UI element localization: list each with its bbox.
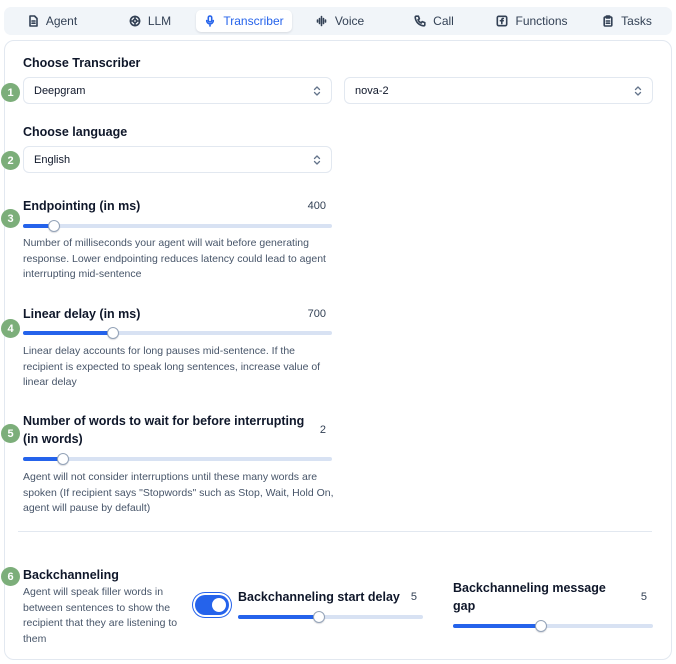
section-divider — [18, 531, 652, 532]
function-icon — [496, 15, 508, 27]
tab-agent[interactable]: Agent — [15, 10, 89, 32]
step-badge-6: 6 — [1, 567, 20, 586]
interrupt-words-label-line2: (in words) — [23, 432, 83, 446]
slider-thumb[interactable] — [535, 620, 547, 632]
step-badge-5: 5 — [1, 424, 20, 443]
step-badge-2: 2 — [1, 151, 20, 170]
transcriber-heading: Choose Transcriber — [23, 56, 141, 70]
document-icon — [29, 15, 38, 27]
tab-llm[interactable]: LLM — [115, 10, 185, 32]
chevron-up-down-icon — [634, 85, 642, 96]
backchanneling-message-gap-value: 5 — [640, 591, 647, 603]
backchanneling-start-delay-label: Backchanneling start delay — [238, 590, 400, 604]
tab-transcriber[interactable]: Transcriber — [196, 10, 292, 32]
transcriber-model-select[interactable]: nova-2 — [344, 77, 653, 104]
tab-voice[interactable]: Voice — [304, 10, 376, 32]
transcriber-provider-value: Deepgram — [34, 84, 86, 97]
clipboard-icon — [603, 15, 613, 27]
tab-call[interactable]: Call — [401, 10, 467, 32]
slider-thumb[interactable] — [57, 453, 70, 465]
slider-fill — [453, 624, 541, 628]
backchanneling-message-gap-slider[interactable] — [453, 620, 653, 632]
backchanneling-start-delay-value: 5 — [410, 591, 417, 603]
tab-functions[interactable]: Functions — [488, 10, 576, 32]
interrupt-words-description: Agent will not consider interruptions un… — [23, 471, 334, 514]
transcriber-provider-select[interactable]: Deepgram — [23, 77, 332, 104]
slider-thumb[interactable] — [47, 220, 60, 232]
backchanneling-message-gap-label-line1: Backchanneling message — [453, 581, 606, 595]
linear-delay-value: 700 — [307, 308, 326, 320]
transcriber-model-value: nova-2 — [355, 84, 389, 97]
backchanneling-heading: Backchanneling — [23, 568, 119, 582]
interrupt-words-value: 2 — [319, 424, 326, 436]
tab-bar: Agent LLM Transcriber Voice Call Functio… — [4, 7, 672, 35]
linear-delay-slider[interactable] — [23, 327, 332, 339]
slider-fill — [23, 331, 113, 335]
tab-tasks[interactable]: Tasks — [594, 10, 660, 32]
toggle-knob — [212, 598, 226, 612]
microphone-icon — [206, 15, 215, 27]
openai-icon — [129, 15, 141, 27]
endpointing-description: Number of milliseconds your agent will w… — [23, 237, 326, 280]
backchanneling-toggle[interactable] — [195, 595, 229, 615]
linear-delay-description: Linear delay accounts for long pauses mi… — [23, 345, 321, 388]
interrupt-words-slider[interactable] — [23, 453, 332, 465]
step-badge-1: 1 — [1, 83, 20, 102]
step-badge-4: 4 — [1, 319, 20, 338]
endpointing-label: Endpointing (in ms) — [23, 199, 141, 213]
endpointing-slider[interactable] — [23, 220, 332, 232]
phone-icon — [414, 15, 426, 27]
language-select[interactable]: English — [23, 146, 332, 173]
slider-thumb[interactable] — [106, 327, 119, 339]
slider-thumb[interactable] — [313, 611, 326, 623]
chevron-up-down-icon — [313, 85, 321, 96]
chevron-up-down-icon — [313, 154, 321, 165]
linear-delay-label: Linear delay (in ms) — [23, 307, 141, 321]
slider-track — [23, 224, 332, 228]
backchanneling-start-delay-slider[interactable] — [238, 611, 423, 623]
endpointing-value: 400 — [307, 200, 326, 212]
backchanneling-description: Agent will speak filler words in between… — [23, 586, 178, 645]
language-heading: Choose language — [23, 125, 128, 139]
language-value: English — [34, 153, 71, 166]
slider-fill — [238, 615, 320, 619]
step-badge-3: 3 — [1, 209, 20, 228]
slider-track — [23, 457, 332, 461]
interrupt-words-label-line1: Number of words to wait for before inter… — [23, 414, 305, 428]
waveform-icon — [316, 15, 327, 27]
backchanneling-message-gap-label-line2: gap — [453, 599, 476, 613]
